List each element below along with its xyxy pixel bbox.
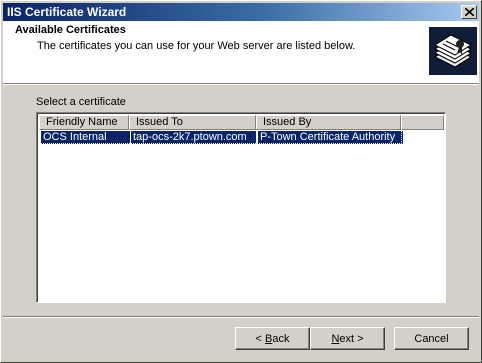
next-button[interactable]: Next > [310,327,385,350]
certificate-stack-icon [429,27,477,75]
close-icon [465,8,474,16]
column-header-issued-by[interactable]: Issued By [256,115,401,130]
footer-divider [3,316,479,318]
list-header: Friendly Name Issued To Issued By [39,115,444,130]
back-prefix: < [255,332,265,345]
cancel-button[interactable]: Cancel [394,327,469,350]
wizard-window: IIS Certificate Wizard Available Certifi… [0,0,482,363]
header-divider [3,83,479,85]
window-title: IIS Certificate Wizard [7,5,127,19]
page-title: Available Certificates [15,24,126,36]
certificate-list-label: Select a certificate [36,96,126,108]
back-label: ack [272,332,290,345]
cell-friendly-name: OCS Internal [41,131,130,144]
column-header-friendly-name[interactable]: Friendly Name [39,115,129,130]
next-label: ext > [339,332,364,345]
title-bar[interactable]: IIS Certificate Wizard [3,3,479,21]
close-button[interactable] [461,5,477,19]
wizard-header: Available Certificates The certificates … [3,21,479,83]
back-button[interactable]: < Back [235,327,310,350]
column-header-issued-to[interactable]: Issued To [129,115,256,130]
column-header-filler [401,115,444,130]
cell-issued-by: P-Town Certificate Authority [258,131,403,144]
certificate-list[interactable]: Friendly Name Issued To Issued By OCS In… [36,112,446,303]
cell-issued-to: tap-ocs-2k7.ptown.com [131,131,256,144]
table-row[interactable]: OCS Internal tap-ocs-2k7.ptown.com P-Tow… [39,130,403,145]
page-description: The certificates you can use for your We… [37,40,356,52]
